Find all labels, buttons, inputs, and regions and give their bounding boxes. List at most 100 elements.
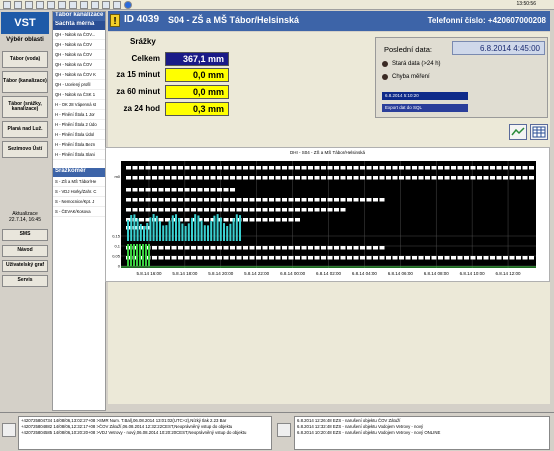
chart-data-label [158, 188, 164, 192]
list-item[interactable]: H - Plnění Štola Bezn [53, 140, 105, 150]
chart-data-label [223, 198, 229, 202]
forward-icon[interactable] [69, 1, 77, 9]
list-item[interactable]: QH - Nátok na ČOV K [53, 70, 105, 80]
chart-bar [184, 225, 187, 241]
chart-data-label [197, 256, 203, 260]
chart-data-label [204, 188, 209, 192]
list-item[interactable]: QH - Nátok na ČOV... [53, 30, 105, 40]
chart-data-label [204, 198, 209, 202]
user-chart-button[interactable]: Uživatelský graf [2, 260, 48, 272]
chart-data-label [269, 246, 274, 250]
chart-data-label [126, 176, 131, 180]
list-item[interactable]: QH - Nátok na ČOV [53, 60, 105, 70]
chart-data-label [275, 256, 281, 260]
servis-button[interactable]: Servis [2, 275, 48, 287]
list-item[interactable]: S - VDJ Horky/Zahr. C [53, 187, 105, 197]
paste-icon[interactable] [47, 1, 55, 9]
chart-data-label [197, 166, 203, 170]
list-item[interactable]: S - ZŠ a MŠ Tábor/He [53, 177, 105, 187]
area-button-plana[interactable]: Planá nad Luž. [2, 121, 48, 138]
refresh-icon[interactable] [80, 1, 88, 9]
list-header-sachta: Šachta měrná [53, 21, 105, 30]
chart-data-label [158, 208, 164, 212]
chart-data-label [405, 176, 411, 180]
chart-bar [194, 214, 197, 241]
list-item[interactable]: QH - Nátok na ČSK 1 [53, 90, 105, 100]
chart-data-label [477, 166, 482, 170]
pencil-icon[interactable] [102, 1, 110, 9]
chart-bar [223, 223, 225, 241]
chart-data-label [301, 208, 307, 212]
line-chart-icon[interactable] [509, 124, 527, 140]
chart-data-label [405, 256, 411, 260]
list-item[interactable]: H - OK 28 Vápenná st [53, 100, 105, 110]
warning-icon[interactable] [113, 1, 121, 9]
chart-data-label [204, 256, 209, 260]
chart-data-label [230, 256, 235, 260]
area-button-tabor-srazky[interactable]: Tábor (srážky, kanalizace) [2, 96, 48, 118]
area-button-tabor-voda[interactable]: Tábor (voda) [2, 51, 48, 68]
save-icon[interactable] [14, 1, 22, 9]
print-icon[interactable] [25, 1, 33, 9]
chart-data-label [340, 176, 346, 180]
chart-data-label [152, 198, 157, 202]
chart-bar [127, 244, 129, 266]
ezs-log-icon[interactable] [277, 423, 291, 437]
chart-data-label [256, 198, 261, 202]
chart-data-label [314, 176, 320, 180]
list-item[interactable]: S - Nemocnice/Kpt. J [53, 197, 105, 207]
timestamp-bar: 6.8.2014 5:10:20 [382, 92, 468, 100]
chart-data-label [197, 246, 203, 250]
chart-bar [133, 214, 136, 241]
list-item[interactable]: QH - Nátok na ČOV [53, 50, 105, 60]
chart-data-label [243, 198, 248, 202]
area-button-sezimovo[interactable]: Sezimovo Ústí [2, 141, 48, 158]
list-item[interactable]: QH - Nátok na ČOV [53, 40, 105, 50]
chart-data-label [522, 176, 528, 180]
chart-data-label [386, 176, 391, 180]
chart-data-label [262, 198, 268, 202]
copy-icon[interactable] [36, 1, 44, 9]
chart-data-label [126, 188, 131, 192]
chart-data-label [418, 256, 424, 260]
chart-x-tick-label: 6.8.14 06:00 [388, 271, 414, 276]
chart-data-label [249, 256, 255, 260]
chart-data-label [197, 188, 203, 192]
list-item[interactable]: H - Plnění Štola Slani [53, 150, 105, 160]
chart-data-label [210, 188, 216, 192]
sms-log-icon[interactable] [2, 423, 16, 437]
list-item[interactable]: H - Plnění Štola 1 Jor [53, 110, 105, 120]
list-item[interactable]: H - Plnění Štola Údol [53, 130, 105, 140]
chart-data-label [490, 166, 495, 170]
area-button-tabor-kanalizace[interactable]: Tábor (kanalizace) [2, 71, 48, 93]
list-item[interactable]: QH - Ucelený profil [53, 80, 105, 90]
export-sql-button[interactable]: Export dat do SQL [382, 104, 468, 112]
chart-bar [139, 223, 142, 241]
chart-data-label [360, 256, 365, 260]
chart-data-label [165, 176, 170, 180]
chart-data-label [418, 166, 424, 170]
chart-bar [165, 225, 168, 241]
chart-bar [130, 215, 133, 241]
tools-icon[interactable] [91, 1, 99, 9]
help-icon[interactable] [124, 1, 132, 9]
chart-data-label [165, 166, 170, 170]
home-icon[interactable] [3, 1, 11, 9]
chart-data-label [340, 246, 346, 250]
chart-data-label [197, 198, 203, 202]
sms-button[interactable]: SMS [2, 229, 48, 241]
list-item[interactable]: S - ČEVAK/Kosova [53, 207, 105, 217]
chart-x-tick-label: 5.8.14 22:00 [244, 271, 270, 276]
chart-bar [155, 215, 158, 241]
chart-data-label [249, 246, 255, 250]
chart-data-label [327, 208, 333, 212]
chart-data-label [405, 166, 411, 170]
sms-log: +420725804734 14/08/06,13:02:27+08 >SMR … [18, 416, 272, 450]
navod-button[interactable]: Návod [2, 245, 48, 257]
list-item[interactable]: H - Plnění Štola 2 Údo [53, 120, 105, 130]
chart-data-label [152, 208, 157, 212]
chart-data-label [256, 208, 261, 212]
back-icon[interactable] [58, 1, 66, 9]
table-icon[interactable] [530, 124, 548, 140]
chart-data-label [139, 198, 144, 202]
